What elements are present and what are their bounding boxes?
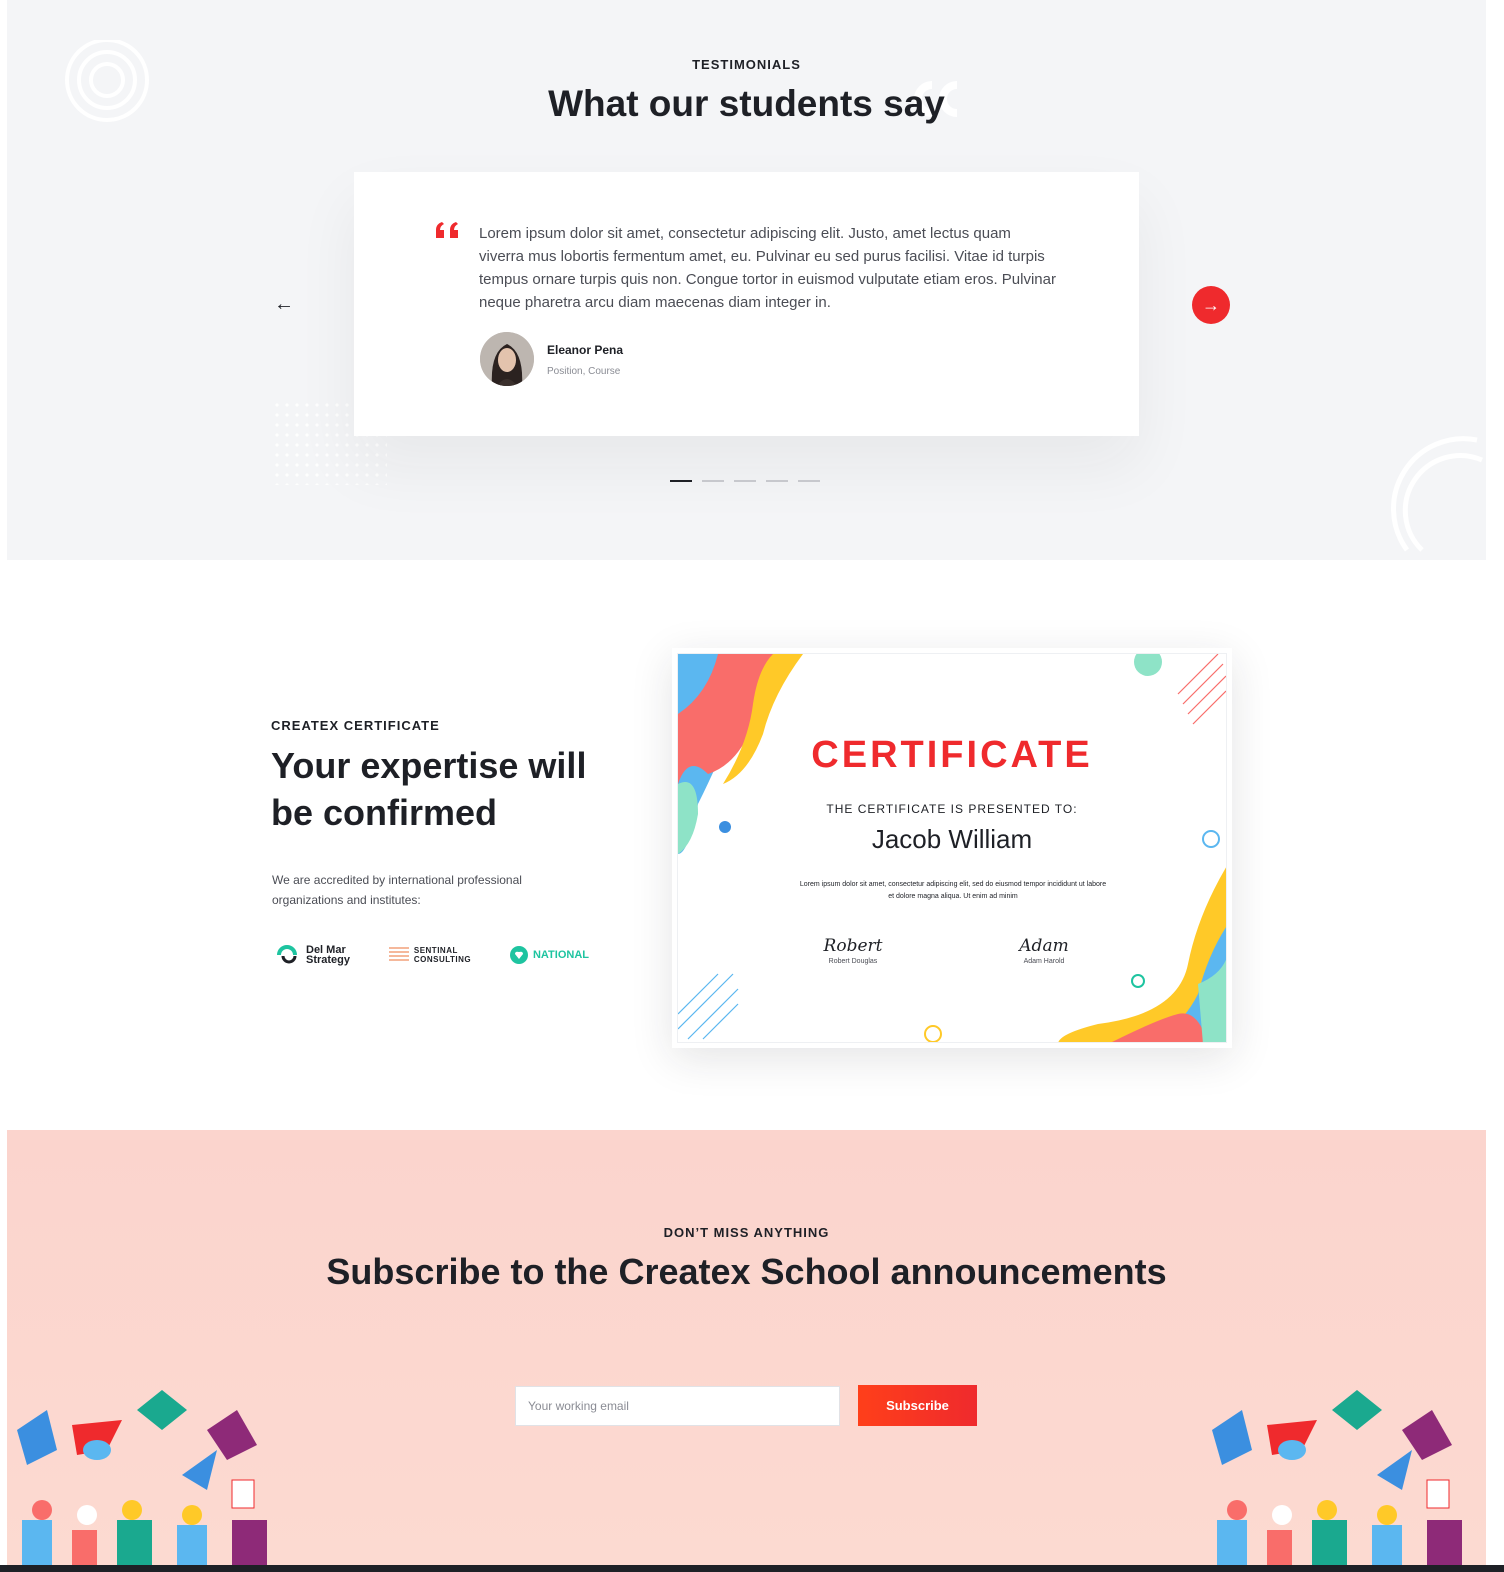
pagination-dot[interactable] xyxy=(702,480,724,482)
logo-national-label: NATIONAL xyxy=(532,949,589,961)
author-role: Position, Course xyxy=(547,366,621,377)
signature-right-name: Adam Harold xyxy=(1023,958,1065,965)
testimonial-card: Lorem ipsum dolor sit amet, consectetur … xyxy=(354,172,1139,436)
certificate-card: CERTIFICATE THE CERTIFICATE IS PRESENTED… xyxy=(677,653,1227,1043)
carousel-pagination xyxy=(670,480,820,482)
logo-sentinal: SENTINAL CONSULTING xyxy=(388,946,472,964)
pagination-dot[interactable] xyxy=(798,480,820,482)
logo-sentinal-line2: CONSULTING xyxy=(413,955,472,964)
signature-left: Robert Robert Douglas xyxy=(803,936,903,965)
avatar xyxy=(480,332,534,386)
subscribe-eyebrow: DON’T MISS ANYTHING xyxy=(663,1225,830,1240)
subscribe-button[interactable]: Subscribe xyxy=(858,1385,977,1426)
certificate-title: Your expertise will be confirmed xyxy=(271,745,587,833)
arrow-right-icon: → xyxy=(1202,295,1220,315)
sentinal-logo-icon xyxy=(388,947,409,961)
certificate-body: Lorem ipsum dolor sit amet, consectetur … xyxy=(799,881,1107,900)
footer-edge xyxy=(0,1565,1504,1572)
pagination-dot[interactable] xyxy=(766,480,788,482)
signature-left-name: Robert Douglas xyxy=(828,958,878,965)
testimonials-section: TESTIMONIALS What our students say ← Lor… xyxy=(7,0,1486,560)
arrow-left-icon: ← xyxy=(274,293,294,315)
certificate-image: CERTIFICATE THE CERTIFICATE IS PRESENTED… xyxy=(672,648,1232,1048)
subscribe-title: Subscribe to the Createx School announce… xyxy=(326,1251,1167,1292)
next-arrow-button[interactable]: → xyxy=(1192,286,1230,324)
partner-logos: Del Mar Strategy SENTINAL CONSULTING NAT… xyxy=(267,925,597,985)
logo-sentinal-line1: SENTINAL xyxy=(413,946,458,955)
signature-right: Adam Adam Harold xyxy=(994,936,1094,965)
author-name: Eleanor Pena xyxy=(547,343,624,357)
certificate-eyebrow: CREATEX CERTIFICATE xyxy=(271,718,440,733)
quote-icon xyxy=(436,222,458,238)
certificate-description: We are accredited by international profe… xyxy=(272,873,522,907)
graduation-illustration-right xyxy=(1212,1390,1462,1570)
pagination-dot[interactable] xyxy=(734,480,756,482)
signature-right-script: Adam xyxy=(1019,936,1069,956)
certificate-heading: CERTIFICATE xyxy=(811,734,1093,776)
email-field[interactable] xyxy=(515,1386,840,1426)
testimonials-title: What our students say xyxy=(548,83,945,124)
del-mar-logo-icon xyxy=(277,945,297,964)
signature-left-script: Robert xyxy=(823,936,883,956)
prev-arrow-button[interactable]: ← xyxy=(272,292,296,316)
subscribe-section: DON’T MISS ANYTHING Subscribe to the Cre… xyxy=(7,1130,1486,1572)
testimonials-eyebrow: TESTIMONIALS xyxy=(692,57,801,72)
certificate-section: CREATEX CERTIFICATE Your expertise will … xyxy=(7,560,1486,1130)
national-logo-icon xyxy=(509,946,528,964)
pagination-dot[interactable] xyxy=(670,480,692,482)
logo-del-mar: Del Mar Strategy xyxy=(275,944,350,966)
logo-national: NATIONAL xyxy=(509,946,589,964)
certificate-presented: THE CERTIFICATE IS PRESENTED TO: xyxy=(826,802,1078,816)
graduation-illustration-left xyxy=(17,1390,267,1570)
logo-del-mar-line2: Strategy xyxy=(306,954,351,966)
page: TESTIMONIALS What our students say ← Lor… xyxy=(7,0,1486,1572)
testimonial-quote: Lorem ipsum dolor sit amet, consectetur … xyxy=(479,225,1056,311)
certificate-recipient: Jacob William xyxy=(871,824,1033,854)
arc-decoration-icon xyxy=(1391,436,1483,552)
